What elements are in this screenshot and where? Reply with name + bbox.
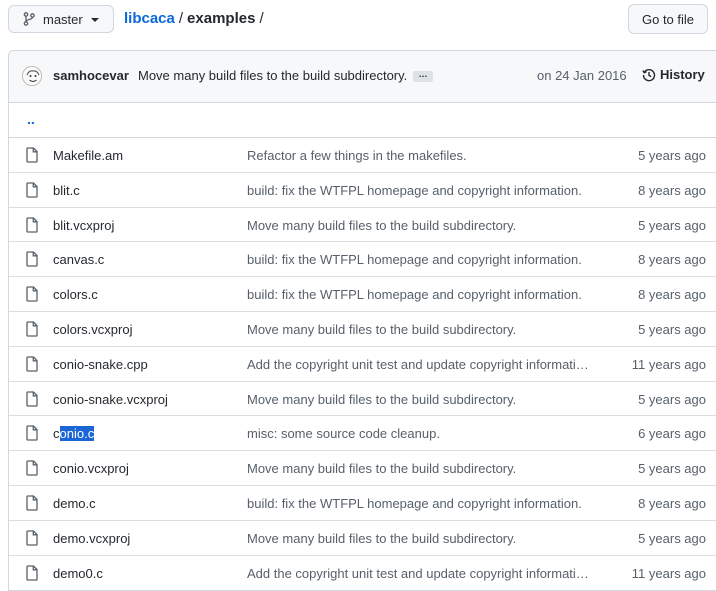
go-to-file-button[interactable]: Go to file	[628, 4, 708, 34]
file-row: conio.c misc: some source code cleanup. 6 …	[9, 416, 716, 452]
file-name-link[interactable]: conio-snake.cpp	[53, 357, 148, 372]
history-icon	[642, 68, 656, 81]
breadcrumb-repo-link[interactable]: libcaca	[124, 10, 175, 27]
file-row: blit.c build: fix the WTFPL homepage and …	[9, 173, 716, 208]
file-name-link[interactable]: colors.vcxproj	[53, 322, 132, 337]
file-row: demo.c build: fix the WTFPL homepage and …	[9, 486, 716, 521]
history-label: History	[660, 67, 705, 82]
file-commit-message-link[interactable]: Add the copyright unit test and update c…	[247, 566, 589, 581]
file-name-link[interactable]: blit.c	[53, 183, 80, 198]
file-row: colors.c build: fix the WTFPL homepage an…	[9, 277, 716, 312]
file-commit-message-link[interactable]: build: fix the WTFPL homepage and copyri…	[247, 287, 582, 302]
file-name-link[interactable]: blit.vcxproj	[53, 218, 114, 233]
file-commit-age: 6 years ago	[638, 426, 706, 442]
file-icon	[25, 182, 39, 201]
file-icon	[25, 216, 39, 236]
file-icon	[25, 321, 39, 340]
file-name-link[interactable]: conio-snake.vcxproj	[53, 392, 168, 407]
selected-text: onio.c	[59, 426, 95, 442]
parent-directory-row: ..	[9, 103, 716, 138]
chevron-down-icon	[90, 18, 99, 22]
file-row: conio-snake.vcxproj Move many build files…	[9, 382, 716, 417]
file-icon	[25, 356, 39, 375]
file-name-link[interactable]: canvas.c	[53, 252, 104, 267]
file-icon	[25, 425, 39, 444]
file-icon	[25, 495, 39, 514]
file-commit-age: 5 years ago	[638, 530, 706, 546]
file-commit-message-link[interactable]: Refactor a few things in the makefiles.	[247, 148, 467, 163]
file-commit-age: 8 years ago	[638, 252, 706, 268]
file-icon	[25, 251, 39, 270]
file-row: blit.vcxproj Move many build files to the…	[9, 208, 716, 243]
file-row: colors.vcxproj Move many build files to t…	[9, 312, 716, 347]
avatar-face-icon	[24, 68, 41, 85]
file-commit-message-link[interactable]: build: fix the WTFPL homepage and copyri…	[247, 496, 582, 511]
file-commit-message-link[interactable]: build: fix the WTFPL homepage and copyri…	[247, 252, 582, 267]
file-commit-age: 5 years ago	[638, 461, 706, 477]
file-commit-age: 5 years ago	[638, 391, 706, 407]
file-icon	[25, 530, 39, 549]
history-link[interactable]: History	[642, 67, 705, 82]
file-listing: samhocevar Move many build files to the …	[8, 50, 716, 591]
file-commit-age: 5 years ago	[638, 148, 706, 163]
file-commit-age: 8 years ago	[638, 287, 706, 303]
file-commit-message-link[interactable]: Move many build files to the build subdi…	[247, 461, 516, 476]
git-branch-icon	[23, 12, 35, 26]
file-name-link[interactable]: Makefile.am	[53, 148, 123, 163]
breadcrumb-current-dir: examples	[187, 10, 256, 27]
file-commit-age: 5 years ago	[638, 321, 706, 337]
file-commit-age: 8 years ago	[638, 182, 706, 198]
file-row: demo0.c Add the copyright unit test and u…	[9, 556, 716, 591]
file-commit-age: 11 years ago	[631, 356, 706, 372]
breadcrumb: libcaca / examples /	[124, 10, 268, 28]
file-commit-message-link[interactable]: build: fix the WTFPL homepage and copyri…	[247, 183, 582, 198]
commit-date: on 24 Jan 2016	[537, 68, 627, 83]
latest-commit-bar: samhocevar Move many build files to the …	[9, 51, 716, 103]
commit-message-link[interactable]: Move many build files to the build subdi…	[138, 68, 407, 83]
file-icon	[25, 460, 39, 479]
file-name-link[interactable]: conio.c	[53, 426, 95, 442]
file-commit-message-link[interactable]: Move many build files to the build subdi…	[247, 322, 516, 337]
avatar[interactable]	[22, 66, 42, 86]
file-icon	[25, 390, 39, 410]
file-commit-message-link[interactable]: Move many build files to the build subdi…	[247, 531, 516, 546]
file-commit-message-link[interactable]: misc: some source code cleanup.	[247, 426, 440, 441]
branch-name: master	[43, 11, 83, 27]
file-name-link[interactable]: conio.vcxproj	[53, 461, 129, 476]
branch-selector-button[interactable]: master	[8, 5, 114, 33]
file-row: canvas.c build: fix the WTFPL homepage an…	[9, 242, 716, 278]
file-icon	[25, 564, 39, 584]
file-row: Makefile.am Refactor a few things in the …	[9, 138, 716, 173]
commit-author-link[interactable]: samhocevar	[53, 68, 129, 83]
file-icon	[25, 147, 39, 166]
breadcrumb-separator: /	[178, 10, 184, 27]
parent-directory-link[interactable]: ..	[27, 111, 35, 127]
file-commit-message-link[interactable]: Move many build files to the build subdi…	[247, 392, 516, 407]
file-list: Makefile.am Refactor a few things in the …	[9, 138, 716, 590]
breadcrumb-separator: /	[259, 10, 264, 27]
file-row: conio.vcxproj Move many build files to th…	[9, 451, 716, 486]
file-row: demo.vcxproj Move many build files to the…	[9, 521, 716, 556]
file-commit-age: 11 years ago	[631, 565, 706, 581]
file-commit-message-link[interactable]: Move many build files to the build subdi…	[247, 218, 516, 233]
file-name-link[interactable]: demo.c	[53, 496, 96, 511]
expand-commit-button[interactable]: …	[413, 70, 433, 82]
file-name-link[interactable]: demo.vcxproj	[53, 531, 130, 546]
file-navigation: master libcaca / examples / Go to file	[0, 0, 716, 44]
file-icon	[25, 286, 39, 305]
file-row: conio-snake.cpp Add the copyright unit te…	[9, 347, 716, 382]
file-commit-message-link[interactable]: Add the copyright unit test and update c…	[247, 357, 589, 372]
file-name-link[interactable]: demo0.c	[53, 566, 103, 581]
file-name-link[interactable]: colors.c	[53, 287, 98, 302]
file-commit-age: 8 years ago	[638, 495, 706, 511]
file-commit-age: 5 years ago	[638, 217, 706, 233]
